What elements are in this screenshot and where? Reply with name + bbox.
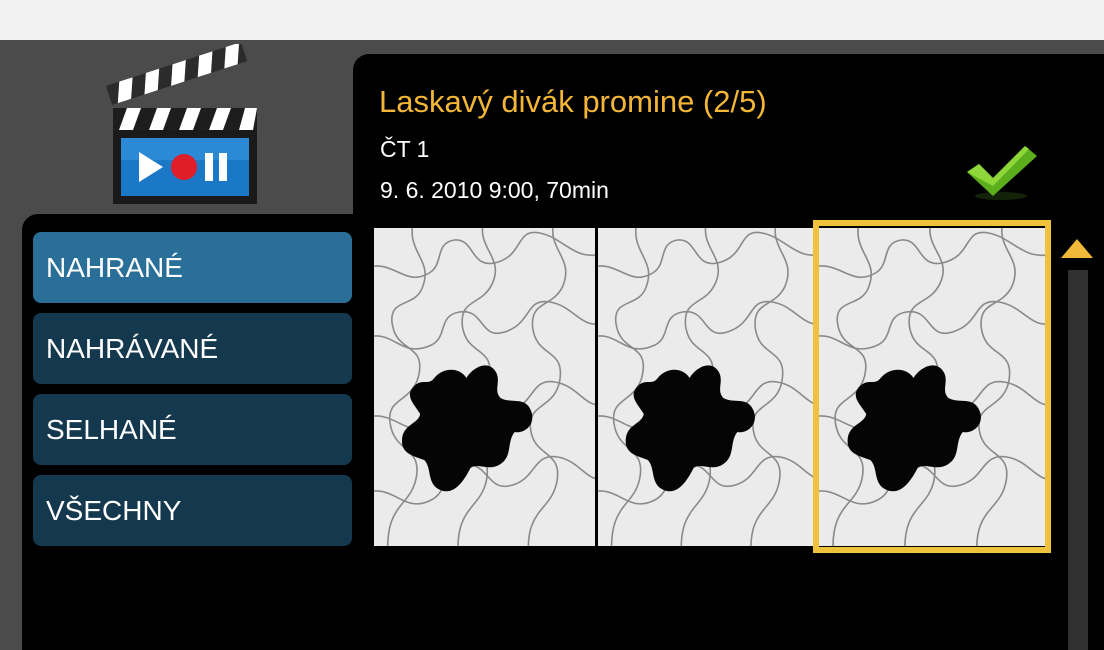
puzzle-image: [374, 228, 595, 546]
scrollbar[interactable]: [1068, 270, 1088, 650]
puzzle-image: [819, 228, 1045, 546]
recording-datetime: 9. 6. 2010 9:00, 70min: [380, 177, 609, 203]
nav-item-label: VŠECHNY: [46, 494, 182, 526]
checkmark-icon: [963, 142, 1039, 202]
recording-channel: ČT 1: [380, 136, 430, 162]
top-strip: [0, 0, 1104, 40]
nav-item-label: SELHANÉ: [46, 413, 177, 445]
recordings-screen: Laskavý divák promine (2/5) ČT 1 9. 6. 2…: [0, 0, 1104, 650]
nav-item-selhane[interactable]: SELHANÉ: [33, 394, 352, 465]
nav-item-vsechny[interactable]: VŠECHNY: [33, 475, 352, 546]
recording-title: Laskavý divák promine (2/5): [379, 84, 767, 119]
clapperboard-record-icon: [105, 42, 260, 208]
puzzle-image: [598, 228, 817, 546]
nav-item-nahravane[interactable]: NAHRÁVANÉ: [33, 313, 352, 384]
thumbnail-1[interactable]: [374, 228, 595, 546]
panel-base: [22, 560, 1104, 650]
nav-item-label: NAHRÁVANÉ: [46, 332, 219, 364]
thumbnail-2[interactable]: [598, 228, 817, 546]
thumbnail-3[interactable]: [819, 228, 1045, 546]
triangle-up-icon[interactable]: [1059, 236, 1095, 260]
nav-item-nahrane[interactable]: NAHRANÉ: [33, 232, 352, 303]
nav-item-label: NAHRANÉ: [46, 251, 183, 283]
